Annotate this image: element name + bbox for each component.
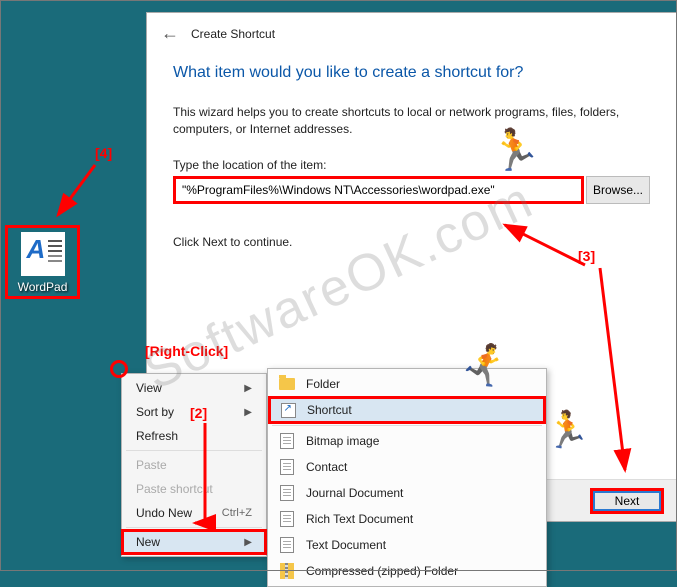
separator xyxy=(126,450,262,451)
journal-icon xyxy=(278,484,296,502)
ctx-sort-by[interactable]: Sort by▶ xyxy=(122,400,266,424)
chevron-right-icon: ▶ xyxy=(244,383,252,394)
sub-rtf[interactable]: Rich Text Document xyxy=(268,506,546,532)
sub-bitmap[interactable]: Bitmap image xyxy=(268,428,546,454)
wizard-heading: What item would you like to create a sho… xyxy=(173,64,650,82)
sub-zip[interactable]: Compressed (zipped) Folder xyxy=(268,558,546,584)
folder-icon xyxy=(278,375,296,393)
sub-contact[interactable]: Contact xyxy=(268,454,546,480)
wordpad-icon xyxy=(21,232,65,276)
sub-journal[interactable]: Journal Document xyxy=(268,480,546,506)
shortcut-icon xyxy=(279,401,297,419)
ctx-new[interactable]: New▶ xyxy=(121,529,267,555)
ctx-undo-new[interactable]: Undo NewCtrl+Z xyxy=(122,501,266,525)
contact-icon xyxy=(278,458,296,476)
sub-shortcut[interactable]: Shortcut xyxy=(268,396,546,424)
wizard-body: What item would you like to create a sho… xyxy=(147,54,676,280)
chevron-right-icon: ▶ xyxy=(244,537,252,548)
location-input[interactable] xyxy=(173,176,584,204)
wizard-title: Create Shortcut xyxy=(191,27,275,41)
continue-text: Click Next to continue. xyxy=(173,234,650,251)
wizard-description: This wizard helps you to create shortcut… xyxy=(173,104,650,138)
location-label: Type the location of the item: xyxy=(173,158,650,172)
bitmap-icon xyxy=(278,432,296,450)
ctx-paste: Paste xyxy=(122,453,266,477)
wizard-header: ← Create Shortcut xyxy=(147,13,676,54)
sub-folder[interactable]: Folder xyxy=(268,371,546,397)
chevron-right-icon: ▶ xyxy=(244,407,252,418)
sub-text[interactable]: Text Document xyxy=(268,532,546,558)
browse-button[interactable]: Browse... xyxy=(586,176,650,204)
ctx-refresh[interactable]: Refresh xyxy=(122,424,266,448)
desktop-shortcut-label: WordPad xyxy=(10,280,75,294)
ctx-paste-shortcut: Paste shortcut xyxy=(122,477,266,501)
next-button[interactable]: Next xyxy=(590,488,664,514)
rtf-icon xyxy=(278,510,296,528)
desktop-shortcut[interactable]: WordPad xyxy=(5,225,80,299)
ctx-view[interactable]: View▶ xyxy=(122,376,266,400)
desktop-context-menu: View▶ Sort by▶ Refresh Paste Paste short… xyxy=(121,373,267,557)
back-arrow-icon[interactable]: ← xyxy=(161,23,179,44)
separator xyxy=(126,527,262,528)
annotation-click-point xyxy=(110,360,128,378)
zip-icon xyxy=(278,562,296,580)
new-submenu: Folder Shortcut Bitmap image Contact Jou… xyxy=(267,368,547,587)
text-icon xyxy=(278,536,296,554)
annotation-4: [4] xyxy=(95,145,112,161)
separator xyxy=(272,425,542,426)
